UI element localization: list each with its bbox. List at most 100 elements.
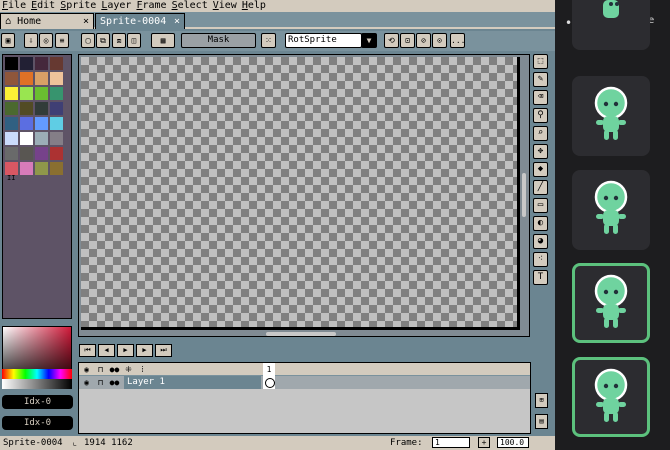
selection-subtract-icon[interactable]: ⧈: [112, 33, 126, 48]
mask-color-button[interactable]: Mask: [181, 33, 256, 48]
palette-swatch[interactable]: [35, 147, 48, 160]
menu-sprite[interactable]: Sprite: [58, 0, 99, 12]
palette-swatch[interactable]: [35, 72, 48, 85]
blur-icon[interactable]: ◕: [533, 234, 548, 249]
menu-icon[interactable]: ≡: [55, 33, 69, 48]
menu-select[interactable]: Select: [170, 0, 211, 12]
text-icon[interactable]: T: [533, 270, 548, 285]
transform-skew-icon[interactable]: ⊘: [416, 33, 431, 48]
paint-bucket-icon[interactable]: ◆: [533, 162, 548, 177]
continuous-icon[interactable]: ●●: [109, 364, 120, 375]
palette-swatch[interactable]: [50, 147, 63, 160]
palette-swatch[interactable]: [5, 87, 18, 100]
transform-scale-icon[interactable]: ⊡: [400, 33, 415, 48]
palette-swatch[interactable]: [20, 102, 33, 115]
alpha-slider[interactable]: [2, 379, 72, 389]
palette-swatch[interactable]: [5, 147, 18, 160]
selection-add-icon[interactable]: ⧉: [96, 33, 110, 48]
sprite-canvas[interactable]: [81, 57, 520, 330]
menu-file[interactable]: File: [0, 0, 29, 12]
hue-slider[interactable]: [2, 369, 72, 379]
palette-swatch[interactable]: [20, 162, 33, 175]
sprite-thumbnail-selected[interactable]: [572, 263, 650, 343]
palette-swatch[interactable]: [5, 132, 18, 145]
menu-edit[interactable]: Edit: [29, 0, 58, 12]
palette-swatch[interactable]: [35, 162, 48, 175]
palette-swatch[interactable]: [50, 162, 63, 175]
horizontal-scrollbar[interactable]: [266, 332, 336, 336]
palette-swatch[interactable]: [35, 57, 48, 70]
foreground-color-button[interactable]: Idx-0: [2, 395, 73, 409]
selection-intersect-icon[interactable]: ◫: [127, 33, 141, 48]
palette-swatch[interactable]: [50, 57, 63, 70]
tab-home[interactable]: ⌂ Home ×: [0, 13, 94, 29]
palette-swatch[interactable]: [50, 117, 63, 130]
download-icon[interactable]: ⇩: [24, 33, 38, 48]
palette-swatch[interactable]: [35, 87, 48, 100]
menu-help[interactable]: Help: [240, 0, 269, 12]
timeline-config-icon[interactable]: ⊞: [535, 393, 548, 408]
eraser-icon[interactable]: ⌫: [533, 90, 548, 105]
palette-swatch[interactable]: [20, 57, 33, 70]
pivot-icon[interactable]: ⁙: [261, 33, 276, 48]
palette-swatch[interactable]: [5, 117, 18, 130]
lock-icon[interactable]: ⊓: [95, 377, 106, 388]
spray-icon[interactable]: ⁖: [533, 252, 548, 267]
palette-swatch[interactable]: [50, 72, 63, 85]
continuous-icon[interactable]: ●●: [109, 377, 120, 388]
palette-swatch[interactable]: [50, 102, 63, 115]
palette-swatch[interactable]: [35, 132, 48, 145]
menu-frame[interactable]: Frame: [134, 0, 169, 12]
menu-layer[interactable]: Layer: [99, 0, 134, 12]
close-tab-icon[interactable]: ×: [174, 14, 180, 29]
palette-swatch[interactable]: [35, 102, 48, 115]
visibility-icon[interactable]: ◉: [81, 364, 92, 375]
palette-swatch[interactable]: [5, 72, 18, 85]
last-frame-icon[interactable]: ⏭: [155, 344, 172, 357]
sprite-thumbnail[interactable]: [572, 170, 650, 250]
next-frame-icon[interactable]: ▶: [136, 344, 153, 357]
transform-pivot-icon[interactable]: ⊙: [432, 33, 447, 48]
first-frame-icon[interactable]: ⏮: [79, 344, 96, 357]
palette-swatch[interactable]: [20, 132, 33, 145]
close-tab-icon[interactable]: ×: [83, 14, 89, 29]
marquee-icon[interactable]: ⬚: [533, 54, 548, 69]
sprite-thumbnail[interactable]: [572, 0, 650, 50]
center-icon[interactable]: ◎: [39, 33, 53, 48]
palette-swatch[interactable]: [20, 117, 33, 130]
palette-swatch[interactable]: [50, 132, 63, 145]
palette-swatch[interactable]: [5, 102, 18, 115]
palette-swatch[interactable]: [50, 87, 63, 100]
timeline-onion-icon[interactable]: ▤: [535, 414, 548, 429]
background-color-button[interactable]: Idx-0: [2, 416, 73, 430]
prev-frame-icon[interactable]: ◀: [98, 344, 115, 357]
link-icon[interactable]: ⁞: [137, 364, 148, 375]
zoom-input[interactable]: 100.0: [497, 437, 529, 448]
pencil-icon[interactable]: ✎: [533, 72, 548, 87]
sprite-thumbnail[interactable]: [572, 76, 650, 156]
eyedropper-icon[interactable]: ⚲: [533, 108, 548, 123]
frame-input[interactable]: 1: [432, 437, 470, 448]
line-icon[interactable]: ╱: [533, 180, 548, 195]
menu-view[interactable]: View: [211, 0, 240, 12]
lock-icon[interactable]: ⊓: [95, 364, 106, 375]
chevron-down-icon[interactable]: ▼: [361, 33, 377, 48]
transform-rotate-icon[interactable]: ⟲: [384, 33, 399, 48]
frame-number[interactable]: 1: [263, 363, 275, 376]
palette-swatch[interactable]: [20, 72, 33, 85]
sprite-thumbnail-selected[interactable]: [572, 357, 650, 437]
palette-swatch[interactable]: [35, 117, 48, 130]
play-icon[interactable]: ▶: [117, 344, 134, 357]
tab-sprite[interactable]: Sprite-0004 ×: [95, 13, 185, 29]
palette-resize-handle[interactable]: II: [7, 174, 15, 182]
more-options-button[interactable]: ...: [450, 33, 465, 48]
transparent-color-icon[interactable]: ▦: [151, 33, 175, 48]
selection-replace-icon[interactable]: ▢: [81, 33, 95, 48]
resize-method-select[interactable]: RotSprite: [285, 33, 362, 48]
vertical-scrollbar[interactable]: [522, 173, 526, 217]
palette-swatch[interactable]: [20, 147, 33, 160]
lock-icon[interactable]: ▣: [1, 33, 15, 48]
palette-swatch[interactable]: [5, 57, 18, 70]
palette-swatch[interactable]: [20, 87, 33, 100]
add-frame-button[interactable]: +: [478, 437, 490, 448]
